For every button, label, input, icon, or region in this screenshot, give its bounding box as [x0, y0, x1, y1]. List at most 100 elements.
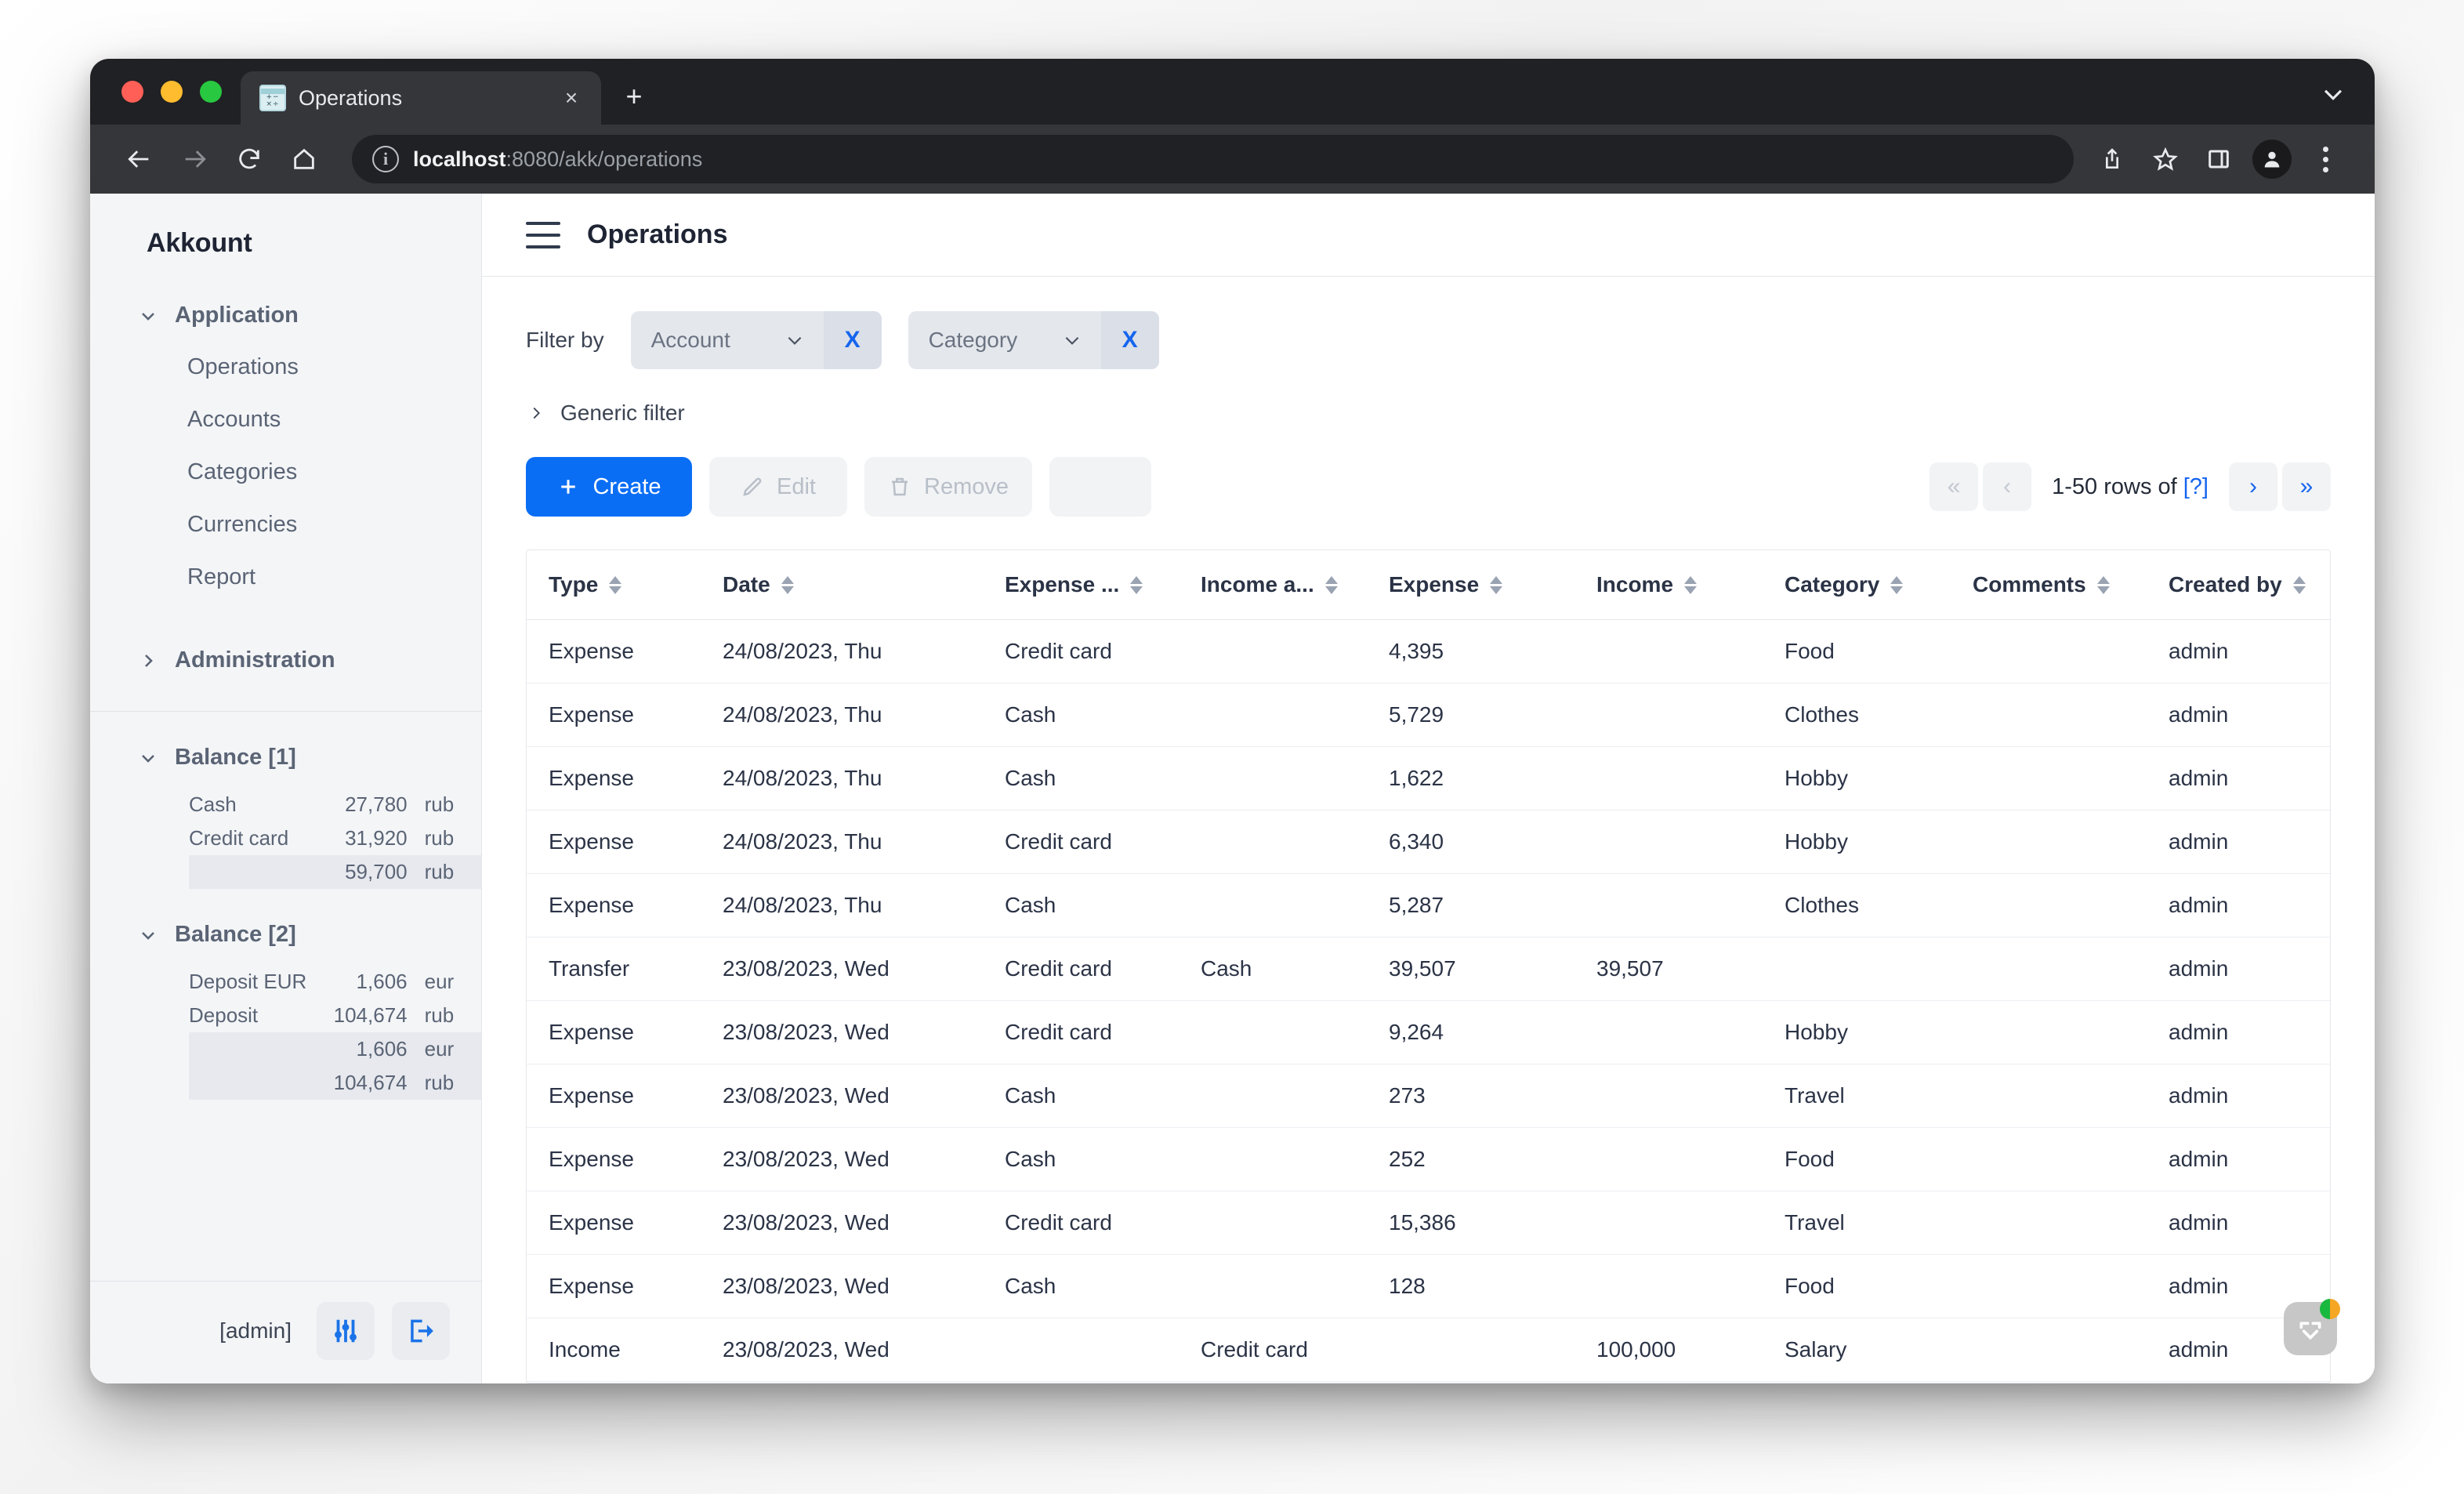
sort-icon[interactable] — [609, 576, 621, 594]
table-cell-4 — [1389, 1318, 1596, 1382]
table-cell-0: Expense — [527, 1001, 723, 1064]
table-row[interactable]: Expense24/08/2023, ThuCash1,622Hobbyadmi… — [527, 747, 2330, 810]
settings-button[interactable] — [317, 1302, 375, 1360]
chevron-down-icon — [139, 749, 158, 767]
table-row[interactable]: Expense24/08/2023, ThuCash5,729Clothesad… — [527, 684, 2330, 747]
table-row[interactable]: Expense23/08/2023, WedCash128Foodadmin — [527, 1255, 2330, 1318]
table-cell-0: Expense — [527, 810, 723, 874]
minimize-window-button[interactable] — [161, 81, 183, 103]
extra-action-button[interactable] — [1049, 457, 1151, 517]
table-cell-7 — [1973, 1001, 2169, 1064]
total-rows-link[interactable]: [?] — [2183, 474, 2209, 499]
filter-chip-account: Account X — [631, 311, 882, 369]
table-cell-7 — [1973, 810, 2169, 874]
bookmark-button[interactable] — [2141, 135, 2190, 183]
last-page-button[interactable]: » — [2282, 462, 2331, 511]
share-button[interactable] — [2088, 135, 2136, 183]
sidebar-item-accounts[interactable]: Accounts — [90, 393, 481, 446]
sort-icon[interactable] — [1684, 576, 1697, 594]
sort-icon[interactable] — [781, 576, 794, 594]
table-cell-1: 23/08/2023, Wed — [723, 1318, 1005, 1382]
table-cell-7 — [1973, 874, 2169, 937]
sidebar-item-categories[interactable]: Categories — [90, 446, 481, 499]
back-button[interactable] — [115, 135, 164, 183]
table-cell-1: 23/08/2023, Wed — [723, 1128, 1005, 1191]
next-page-button[interactable]: › — [2229, 462, 2277, 511]
site-info-icon[interactable]: i — [372, 146, 399, 172]
sort-icon[interactable] — [1130, 576, 1143, 594]
balance-currency: rub — [425, 792, 481, 817]
close-tab-icon[interactable]: × — [556, 82, 587, 114]
sidebar-footer: [admin] — [90, 1281, 481, 1383]
sort-icon[interactable] — [1325, 576, 1338, 594]
table-row[interactable]: Expense24/08/2023, ThuCredit card4,395Fo… — [527, 620, 2330, 684]
logout-button[interactable] — [392, 1302, 450, 1360]
table-cell-4: 5,287 — [1389, 874, 1596, 937]
side-panel-button[interactable] — [2194, 135, 2243, 183]
table-row[interactable]: Expense23/08/2023, WedCredit card9,264Ho… — [527, 1001, 2330, 1064]
chrome-menu-button[interactable] — [2301, 135, 2350, 183]
sort-icon[interactable] — [1890, 576, 1903, 594]
remove-button[interactable]: Remove — [864, 457, 1032, 517]
table-row[interactable]: Expense23/08/2023, WedCash252Foodadmin — [527, 1128, 2330, 1191]
table-column-header-8[interactable]: Created by — [2169, 550, 2330, 620]
category-filter-clear-button[interactable]: X — [1101, 311, 1159, 369]
table-cell-2: Credit card — [1005, 620, 1201, 684]
balance-1-header[interactable]: Balance [1] — [90, 735, 481, 780]
reload-button[interactable] — [225, 135, 274, 183]
sidebar-item-operations[interactable]: Operations — [90, 341, 481, 393]
forward-button[interactable] — [170, 135, 219, 183]
new-tab-button[interactable]: + — [612, 74, 656, 118]
edit-button[interactable]: Edit — [709, 457, 847, 517]
table-column-header-2[interactable]: Expense ... — [1005, 550, 1201, 620]
sidebar-item-report[interactable]: Report — [90, 551, 481, 604]
sidebar-group-administration[interactable]: Administration — [90, 635, 481, 686]
table-row[interactable]: Expense24/08/2023, ThuCash5,287Clothesad… — [527, 874, 2330, 937]
sidebar-group-application[interactable]: Application — [90, 290, 481, 341]
table-cell-5 — [1596, 1001, 1785, 1064]
sort-icon[interactable] — [2097, 576, 2110, 594]
table-column-header-0[interactable]: Type — [527, 550, 723, 620]
account-filter-clear-button[interactable]: X — [824, 311, 882, 369]
table-column-header-6[interactable]: Category — [1785, 550, 1973, 620]
owl-widget-icon[interactable] — [2284, 1302, 2337, 1355]
hamburger-icon[interactable] — [526, 222, 560, 248]
table-cell-5: 100,000 — [1596, 1318, 1785, 1382]
create-button[interactable]: Create — [526, 457, 692, 517]
generic-filter-toggle[interactable]: Generic filter — [482, 369, 2375, 426]
column-header-inner: Expense — [1389, 572, 1596, 597]
table-column-header-1[interactable]: Date — [723, 550, 1005, 620]
table-column-header-5[interactable]: Income — [1596, 550, 1785, 620]
table-column-header-3[interactable]: Income a... — [1201, 550, 1389, 620]
pagination-range: 1-50 rows of — [2052, 474, 2183, 499]
address-bar[interactable]: i localhost:8080/akk/operations — [352, 135, 2074, 183]
table-cell-1: 23/08/2023, Wed — [723, 1001, 1005, 1064]
table-row[interactable]: Expense23/08/2023, WedCredit card15,386T… — [527, 1191, 2330, 1255]
table-row[interactable]: Expense24/08/2023, ThuCredit card6,340Ho… — [527, 810, 2330, 874]
table-column-header-7[interactable]: Comments — [1973, 550, 2169, 620]
sort-icon[interactable] — [2293, 576, 2306, 594]
table-cell-0: Income — [527, 1318, 723, 1382]
sort-icon[interactable] — [1490, 576, 1502, 594]
nav-spacer — [90, 604, 481, 635]
prev-page-button[interactable]: ‹ — [1983, 462, 2031, 511]
table-row[interactable]: Income23/08/2023, WedCredit card100,000S… — [527, 1318, 2330, 1382]
table-row[interactable]: Transfer23/08/2023, WedCredit cardCash39… — [527, 937, 2330, 1001]
table-row[interactable]: Expense23/08/2023, WedCash273Traveladmin — [527, 1064, 2330, 1128]
close-window-button[interactable] — [121, 81, 143, 103]
balance-title: Balance [1] — [175, 745, 296, 771]
table-cell-0: Expense — [527, 620, 723, 684]
sidebar-item-currencies[interactable]: Currencies — [90, 499, 481, 551]
maximize-window-button[interactable] — [200, 81, 222, 103]
tab-list-button[interactable] — [2320, 81, 2346, 107]
account-filter-value: Account — [651, 328, 748, 353]
sidepanel-icon — [2206, 147, 2231, 172]
table-column-header-4[interactable]: Expense — [1389, 550, 1596, 620]
category-filter-select[interactable]: Category — [908, 311, 1101, 369]
profile-button[interactable] — [2248, 135, 2296, 183]
home-button[interactable] — [280, 135, 328, 183]
first-page-button[interactable]: « — [1930, 462, 1978, 511]
balance-2-header[interactable]: Balance [2] — [90, 912, 481, 957]
account-filter-select[interactable]: Account — [631, 311, 824, 369]
browser-tab[interactable]: +− ×÷ Operations × — [241, 71, 601, 125]
